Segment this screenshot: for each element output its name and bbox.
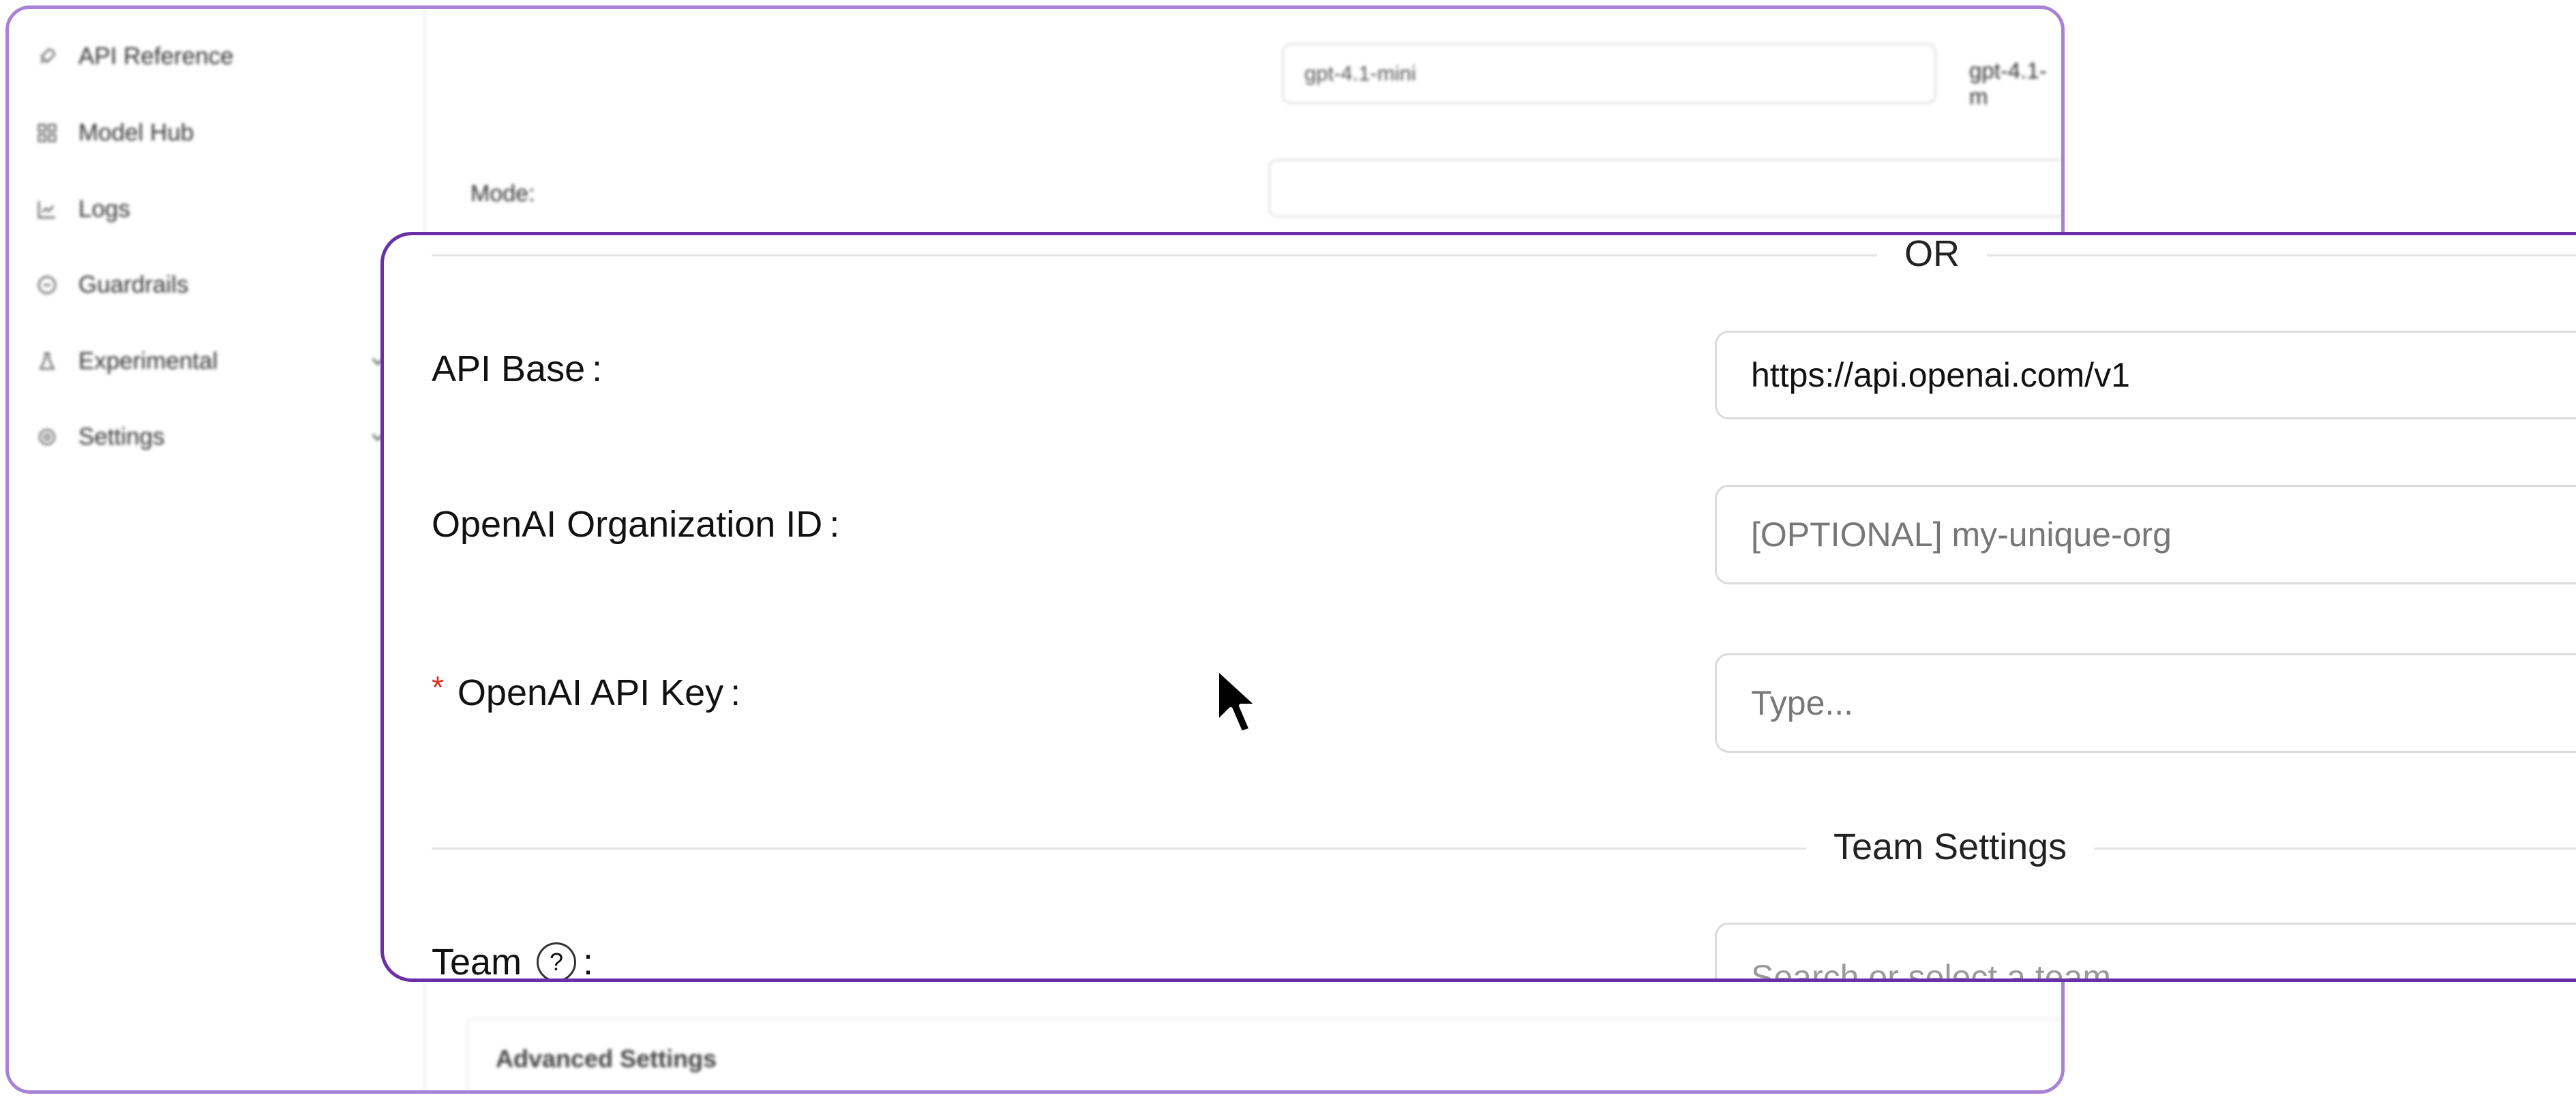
sidebar-item-label: Logs — [78, 196, 130, 222]
shield-icon — [33, 271, 61, 299]
sidebar-item-label: Guardrails — [78, 271, 189, 298]
team-label: Team ? : — [432, 942, 594, 982]
zoomed-form-panel: OR API Base: https://api.openai.com/v1 O… — [380, 232, 2576, 982]
team-settings-divider-text: Team Settings — [1806, 826, 2095, 868]
line-chart-icon — [33, 196, 61, 223]
mouse-pointer-icon — [1215, 666, 1260, 735]
api-key-label: * OpenAI API Key: — [432, 670, 741, 713]
advanced-settings-title: Advanced Settings — [496, 1045, 717, 1073]
sidebar-item-label: API Reference — [78, 43, 234, 70]
sidebar-item-guardrails[interactable]: Guardrails — [33, 265, 388, 305]
model-name-input[interactable]: gpt-4.1-mini — [1282, 43, 1936, 104]
or-divider-text: OR — [1877, 235, 1987, 275]
grid-icon — [33, 119, 61, 147]
or-divider-line — [432, 254, 2576, 256]
rocket-icon — [33, 43, 61, 70]
sidebar-item-experimental[interactable]: Experimental — [33, 341, 388, 382]
api-base-label: API Base: — [432, 348, 603, 389]
sidebar-item-model-hub[interactable]: Model Hub — [33, 113, 388, 153]
model-badge: gpt-4.1-m — [1969, 58, 2047, 109]
advanced-settings-panel[interactable]: Advanced Settings — [466, 1018, 2061, 1090]
sidebar-item-label: Model Hub — [78, 119, 194, 146]
sidebar-item-label: Settings — [78, 423, 165, 450]
sidebar-item-logs[interactable]: Logs — [33, 189, 388, 230]
team-settings-divider-line — [432, 848, 2576, 850]
sidebar-item-label: Experimental — [78, 348, 218, 374]
api-base-input[interactable]: https://api.openai.com/v1 — [1715, 331, 2576, 419]
sidebar-item-api-reference[interactable]: API Reference — [33, 36, 388, 77]
org-id-label: OpenAI Organization ID: — [432, 504, 840, 545]
api-key-input[interactable]: Type... — [1715, 653, 2576, 753]
required-mark: * — [432, 670, 444, 705]
sidebar-item-settings[interactable]: Settings — [33, 417, 388, 458]
sidebar: API Reference Model Hub Logs Guardrails — [9, 9, 425, 1090]
org-id-input[interactable]: [OPTIONAL] my-unique-org — [1715, 485, 2576, 584]
gear-icon — [33, 423, 61, 451]
team-select[interactable]: Search or select a team — [1715, 923, 2576, 978]
flask-icon — [33, 348, 61, 375]
mode-label: Mode: — [470, 181, 535, 207]
help-icon[interactable]: ? — [537, 942, 577, 978]
mode-select[interactable] — [1268, 159, 2061, 218]
